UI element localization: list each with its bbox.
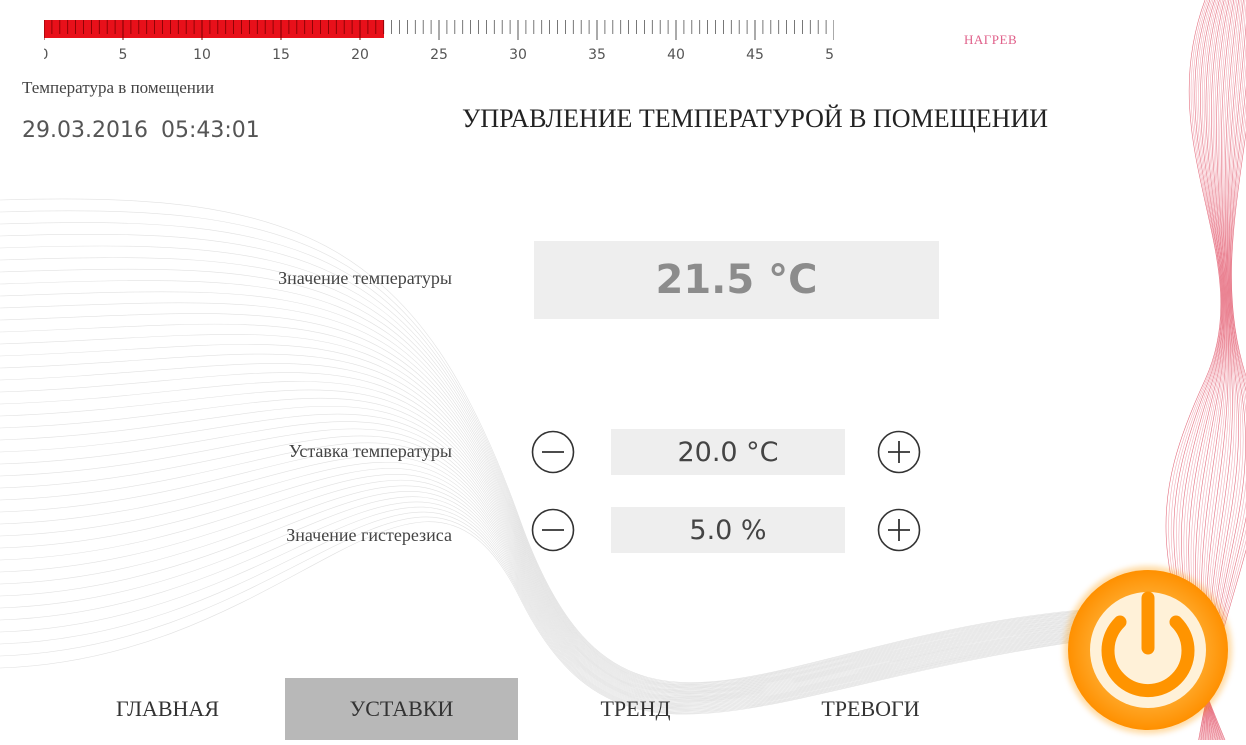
datetime-display: 29.03.2016 05:43:01 bbox=[22, 118, 260, 143]
hysteresis-label: Значение гистерезиса bbox=[286, 525, 452, 545]
tab-alarms[interactable]: ТРЕВОГИ bbox=[753, 678, 988, 740]
date-text: 29.03.2016 bbox=[22, 118, 148, 143]
scale-tick-label: 50 bbox=[825, 47, 834, 63]
bottom-navigation: ГЛАВНАЯ УСТАВКИ ТРЕНД ТРЕВОГИ bbox=[50, 678, 1010, 740]
hysteresis-decrease-button[interactable] bbox=[531, 508, 575, 552]
hysteresis-value-display: 5.0 % bbox=[611, 507, 845, 553]
scale-tick-label: 0 bbox=[44, 47, 48, 63]
hysteresis-increase-button[interactable] bbox=[877, 508, 921, 552]
temperature-scale-ticks: 0 5 10 15 20 25 30 35 40 45 50 bbox=[44, 20, 834, 63]
temperature-value-label: Значение температуры bbox=[278, 268, 452, 288]
scale-tick-label: 10 bbox=[193, 47, 211, 63]
temperature-scale: 0 5 10 15 20 25 30 35 40 45 50 bbox=[44, 18, 834, 64]
scale-tick-label: 45 bbox=[746, 47, 764, 63]
plus-circle-icon bbox=[877, 508, 921, 552]
setpoint-increase-button[interactable] bbox=[877, 430, 921, 474]
setpoint-value-display: 20.0 °C bbox=[611, 429, 845, 475]
scale-tick-label: 5 bbox=[119, 47, 128, 63]
hmi-screen: 0 5 10 15 20 25 30 35 40 45 50 НАГРЕВ Температура … bbox=[0, 0, 1246, 740]
scale-tick-label: 20 bbox=[351, 47, 369, 63]
temperature-value-display: 21.5 °C bbox=[534, 241, 939, 319]
minus-circle-icon bbox=[531, 430, 575, 474]
power-icon bbox=[1064, 566, 1232, 734]
room-temperature-caption: Температура в помещении bbox=[22, 78, 215, 97]
tab-trend[interactable]: ТРЕНД bbox=[518, 678, 753, 740]
time-text: 05:43:01 bbox=[160, 118, 260, 143]
power-button[interactable] bbox=[1058, 560, 1238, 740]
setpoint-label: Уставка температуры bbox=[288, 441, 452, 461]
heating-status-label: НАГРЕВ bbox=[964, 32, 1018, 47]
setpoint-decrease-button[interactable] bbox=[531, 430, 575, 474]
scale-tick-label: 30 bbox=[509, 47, 527, 63]
scale-tick-label: 25 bbox=[430, 47, 448, 63]
tab-main[interactable]: ГЛАВНАЯ bbox=[50, 678, 285, 740]
scale-tick-label: 40 bbox=[667, 47, 685, 63]
plus-circle-icon bbox=[877, 430, 921, 474]
scale-tick-label: 35 bbox=[588, 47, 606, 63]
scale-tick-label: 15 bbox=[272, 47, 290, 63]
background-grey-wave-line bbox=[0, 313, 1081, 692]
page-title: УПРАВЛЕНИЕ ТЕМПЕРАТУРОЙ В ПОМЕЩЕНИИ bbox=[462, 104, 1049, 133]
minus-circle-icon bbox=[531, 508, 575, 552]
tab-setpoints[interactable]: УСТАВКИ bbox=[285, 678, 518, 740]
